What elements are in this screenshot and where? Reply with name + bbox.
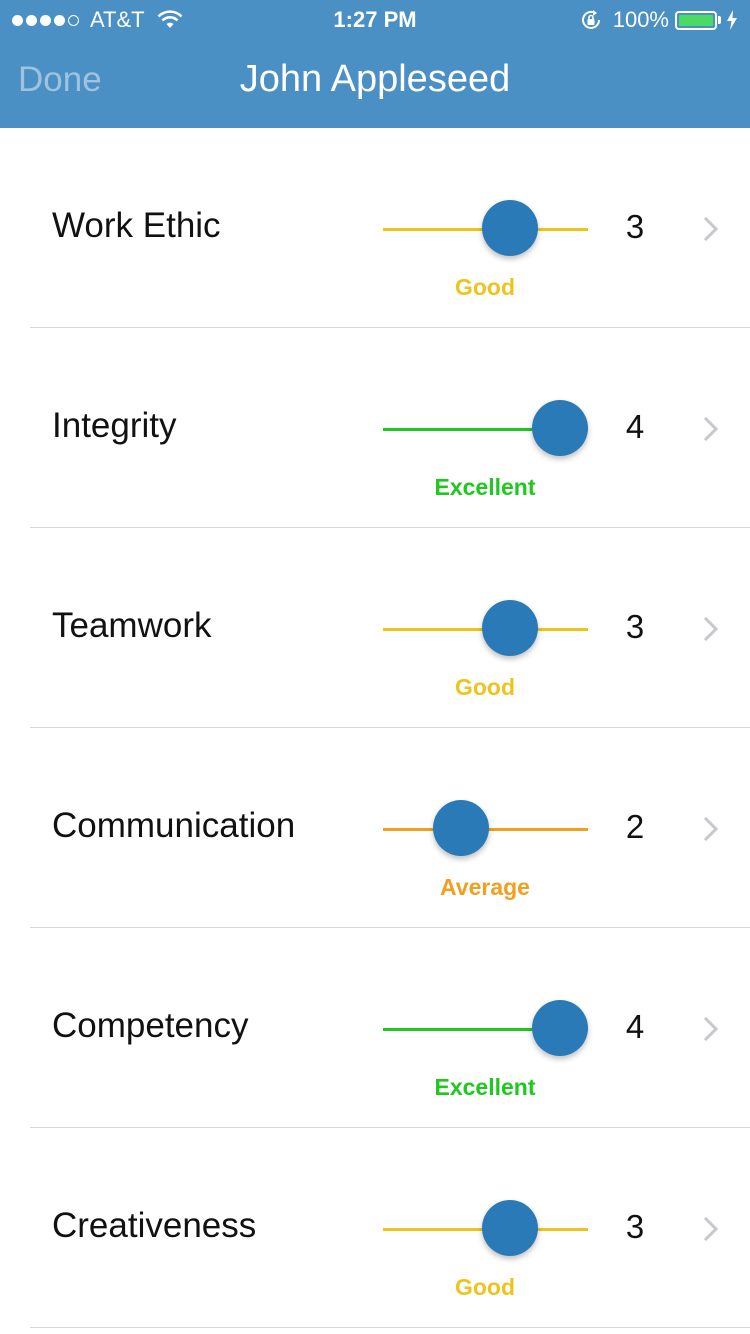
chevron-right-icon[interactable]: [702, 615, 720, 643]
rating-word: Excellent: [434, 474, 536, 500]
battery-tip: [718, 16, 721, 24]
page-title: John Appleseed: [239, 58, 511, 100]
rating-label: Teamwork: [52, 606, 212, 645]
battery-fill: [679, 14, 713, 26]
rating-word: Good: [454, 274, 516, 300]
rating-row-integrity[interactable]: Integrity Excellent 4: [0, 328, 750, 528]
battery-percent: 100%: [612, 7, 669, 32]
slider-thumb[interactable]: [532, 400, 588, 456]
rating-slider[interactable]: [383, 800, 588, 856]
ratings-list: Work Ethic Good 3 Integrity Excellent 4 …: [0, 128, 750, 1328]
slider-thumb[interactable]: [432, 800, 489, 856]
slider-thumb[interactable]: [532, 1000, 588, 1056]
rotation-lock-icon: [581, 10, 600, 29]
rating-slider[interactable]: [383, 600, 588, 656]
rating-value: 3: [625, 608, 645, 645]
status-right: 100%: [579, 7, 738, 33]
slider-thumb[interactable]: [482, 1200, 539, 1256]
rating-label: Competency: [52, 1006, 249, 1045]
rating-value: 4: [625, 408, 645, 445]
chevron-right-icon[interactable]: [702, 415, 720, 443]
rating-slider[interactable]: [383, 200, 588, 256]
rating-word: Average: [440, 874, 530, 900]
rating-row-work-ethic[interactable]: Work Ethic Good 3: [0, 128, 750, 328]
chevron-right-icon[interactable]: [702, 1015, 720, 1043]
chevron-right-icon[interactable]: [702, 1215, 720, 1243]
rating-label: Integrity: [52, 406, 177, 445]
rating-value: 4: [625, 1008, 645, 1045]
charging-bolt-icon: [727, 10, 737, 30]
rating-row-communication[interactable]: Communication Average 2: [0, 728, 750, 928]
rating-value: 2: [625, 808, 645, 845]
rating-word: Excellent: [434, 1074, 536, 1100]
chevron-right-icon[interactable]: [702, 215, 720, 243]
battery-icon: [675, 10, 717, 30]
rating-value: 3: [625, 208, 645, 245]
rating-label: Creativeness: [52, 1206, 257, 1245]
slider-thumb[interactable]: [482, 600, 539, 656]
rating-word: Good: [454, 1274, 516, 1300]
rating-slider[interactable]: [383, 1200, 588, 1256]
row-divider: [30, 1327, 750, 1328]
rating-value: 3: [625, 1208, 645, 1245]
rating-row-creativeness[interactable]: Creativeness Good 3: [0, 1128, 750, 1328]
rating-slider[interactable]: [383, 400, 588, 456]
slider-thumb[interactable]: [482, 200, 539, 256]
rating-label: Work Ethic: [52, 206, 221, 245]
navigation-header: AT&T 1:27 PM 100% Done John Appleseed: [0, 0, 750, 128]
rating-label: Communication: [52, 806, 296, 845]
rating-row-teamwork[interactable]: Teamwork Good 3: [0, 528, 750, 728]
rating-row-competency[interactable]: Competency Excellent 4: [0, 928, 750, 1128]
status-bar: AT&T 1:27 PM 100%: [0, 0, 750, 40]
rating-slider[interactable]: [383, 1000, 588, 1056]
rating-word: Good: [454, 674, 516, 700]
chevron-right-icon[interactable]: [702, 815, 720, 843]
